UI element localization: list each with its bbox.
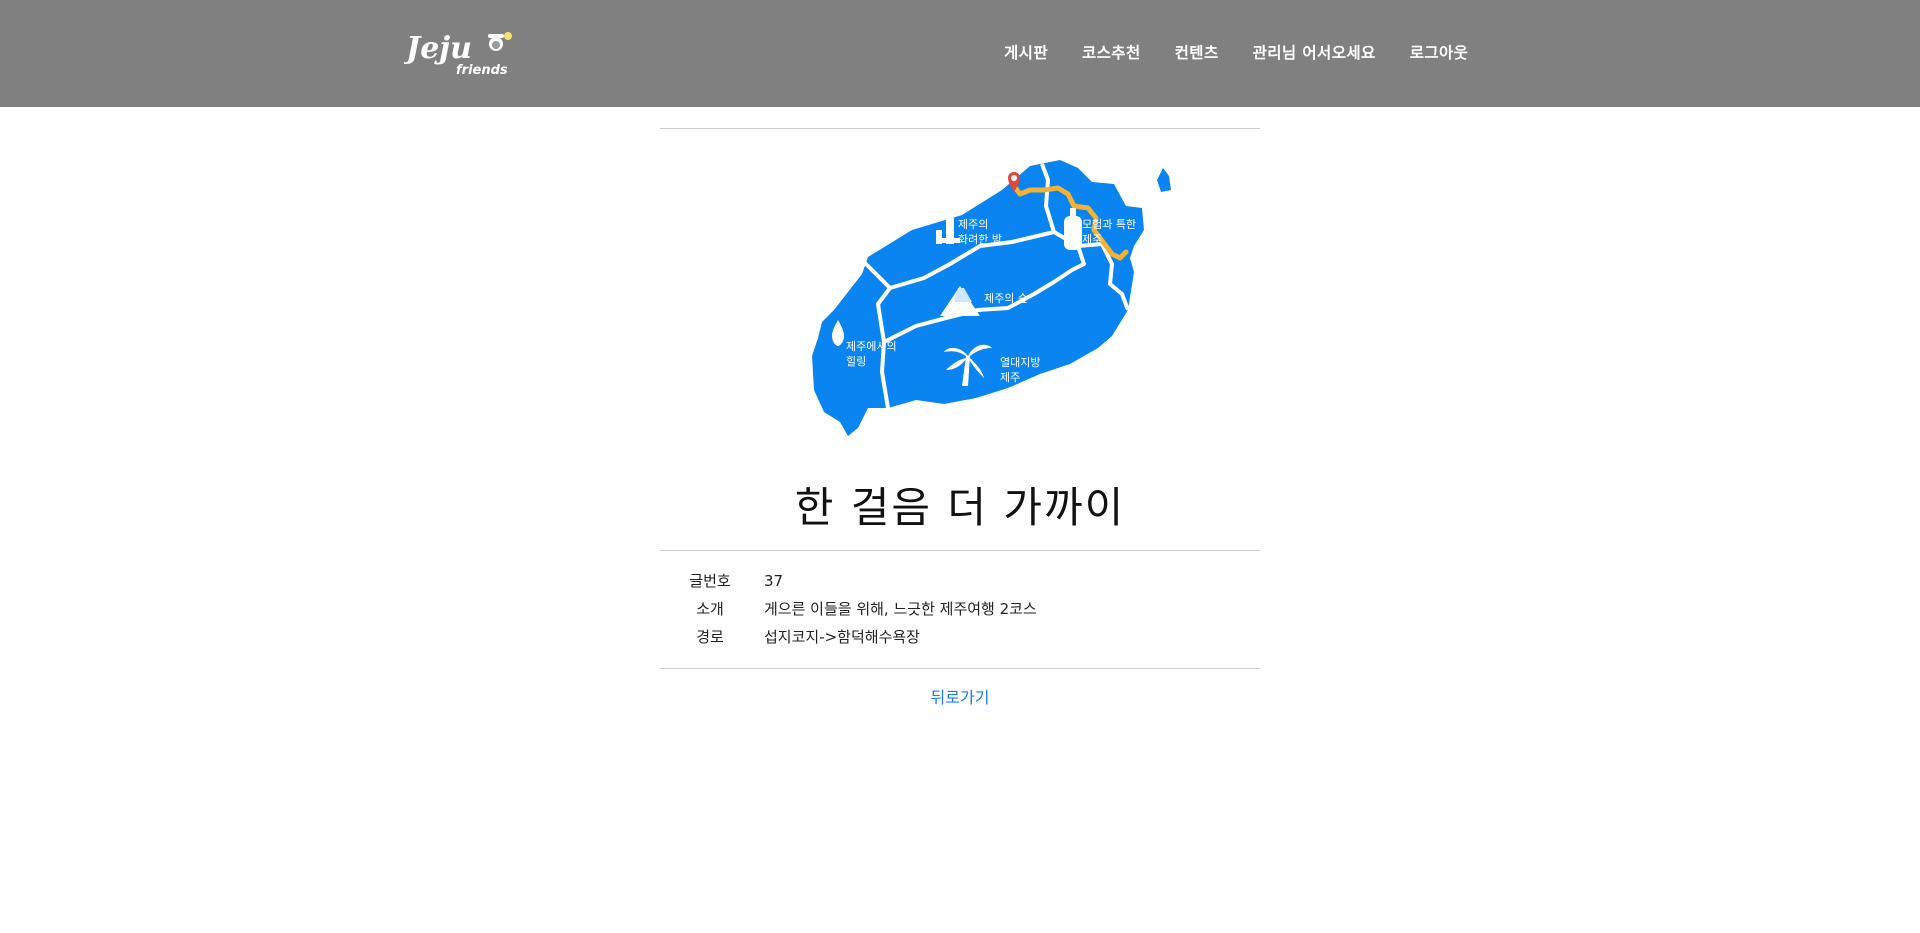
top-divider bbox=[660, 128, 1260, 129]
post-info-table: 글번호 37 소개 게으른 이들을 위해, 느긋한 제주여행 2코스 경로 섭지… bbox=[660, 567, 1260, 651]
title-divider bbox=[660, 550, 1260, 551]
map-label-tropical-2: 제주 bbox=[1000, 371, 1020, 384]
map-label-tropical: 열대지방 bbox=[1000, 356, 1040, 369]
jeju-friends-logo[interactable]: Jeju friends bbox=[404, 24, 516, 80]
logo-primary-text: Jeju bbox=[404, 31, 472, 66]
map-label-forest: 제주의 숲 bbox=[984, 292, 1028, 305]
post-number-value: 37 bbox=[764, 572, 784, 590]
map-island-shape bbox=[812, 160, 1144, 436]
post-title: 한 걸음 더 가까이 bbox=[794, 483, 1126, 532]
intro-value: 게으른 이들을 위해, 느긋한 제주여행 2코스 bbox=[764, 600, 1037, 618]
logo-character-icon bbox=[488, 32, 512, 51]
post-number-label: 글번호 bbox=[689, 572, 731, 590]
info-row-route: 경로 섭지코지->함덕해수욕장 bbox=[660, 623, 1260, 651]
nav-board-link[interactable]: 게시판 bbox=[1004, 41, 1048, 63]
map-label-healing: 제주에서의 bbox=[846, 340, 897, 353]
nav-contents-link[interactable]: 컨텐츠 bbox=[1175, 41, 1219, 63]
logo-secondary-text: friends bbox=[456, 63, 508, 78]
route-label: 경로 bbox=[696, 628, 724, 646]
info-row-post-number: 글번호 37 bbox=[660, 567, 1260, 595]
map-label-adventure: 모험과 특한 bbox=[1082, 218, 1136, 231]
map-small-island-shape bbox=[1157, 168, 1171, 192]
intro-label: 소개 bbox=[696, 600, 724, 618]
top-header: Jeju friends 게시판 코스추천 컨텐츠 관리님 어서오세요 로그아웃 bbox=[0, 0, 1920, 107]
info-row-intro: 소개 게으른 이들을 위해, 느긋한 제주여행 2코스 bbox=[660, 595, 1260, 623]
jeju-course-map-image: 제주의 화려한 밤 모험과 특한 제주 제주의 숲 제주에서의 힐링 열대지방 … bbox=[812, 160, 1171, 436]
map-label-night: 제주의 bbox=[958, 218, 988, 231]
main-nav: 게시판 코스추천 컨텐츠 관리님 어서오세요 로그아웃 bbox=[1004, 0, 1468, 104]
map-label-healing-2: 힐링 bbox=[846, 355, 866, 368]
route-value: 섭지코지->함덕해수욕장 bbox=[764, 628, 920, 646]
nav-course-recommend-link[interactable]: 코스추천 bbox=[1082, 41, 1141, 63]
nav-logout-link[interactable]: 로그아웃 bbox=[1410, 41, 1469, 63]
nav-admin-welcome-link[interactable]: 관리님 어서오세요 bbox=[1253, 41, 1376, 63]
back-link[interactable]: 뒤로가기 bbox=[660, 684, 1260, 708]
info-divider bbox=[660, 668, 1260, 669]
map-label-adventure-2: 제주 bbox=[1082, 233, 1102, 246]
map-label-night-2: 화려한 밤 bbox=[958, 233, 1002, 246]
